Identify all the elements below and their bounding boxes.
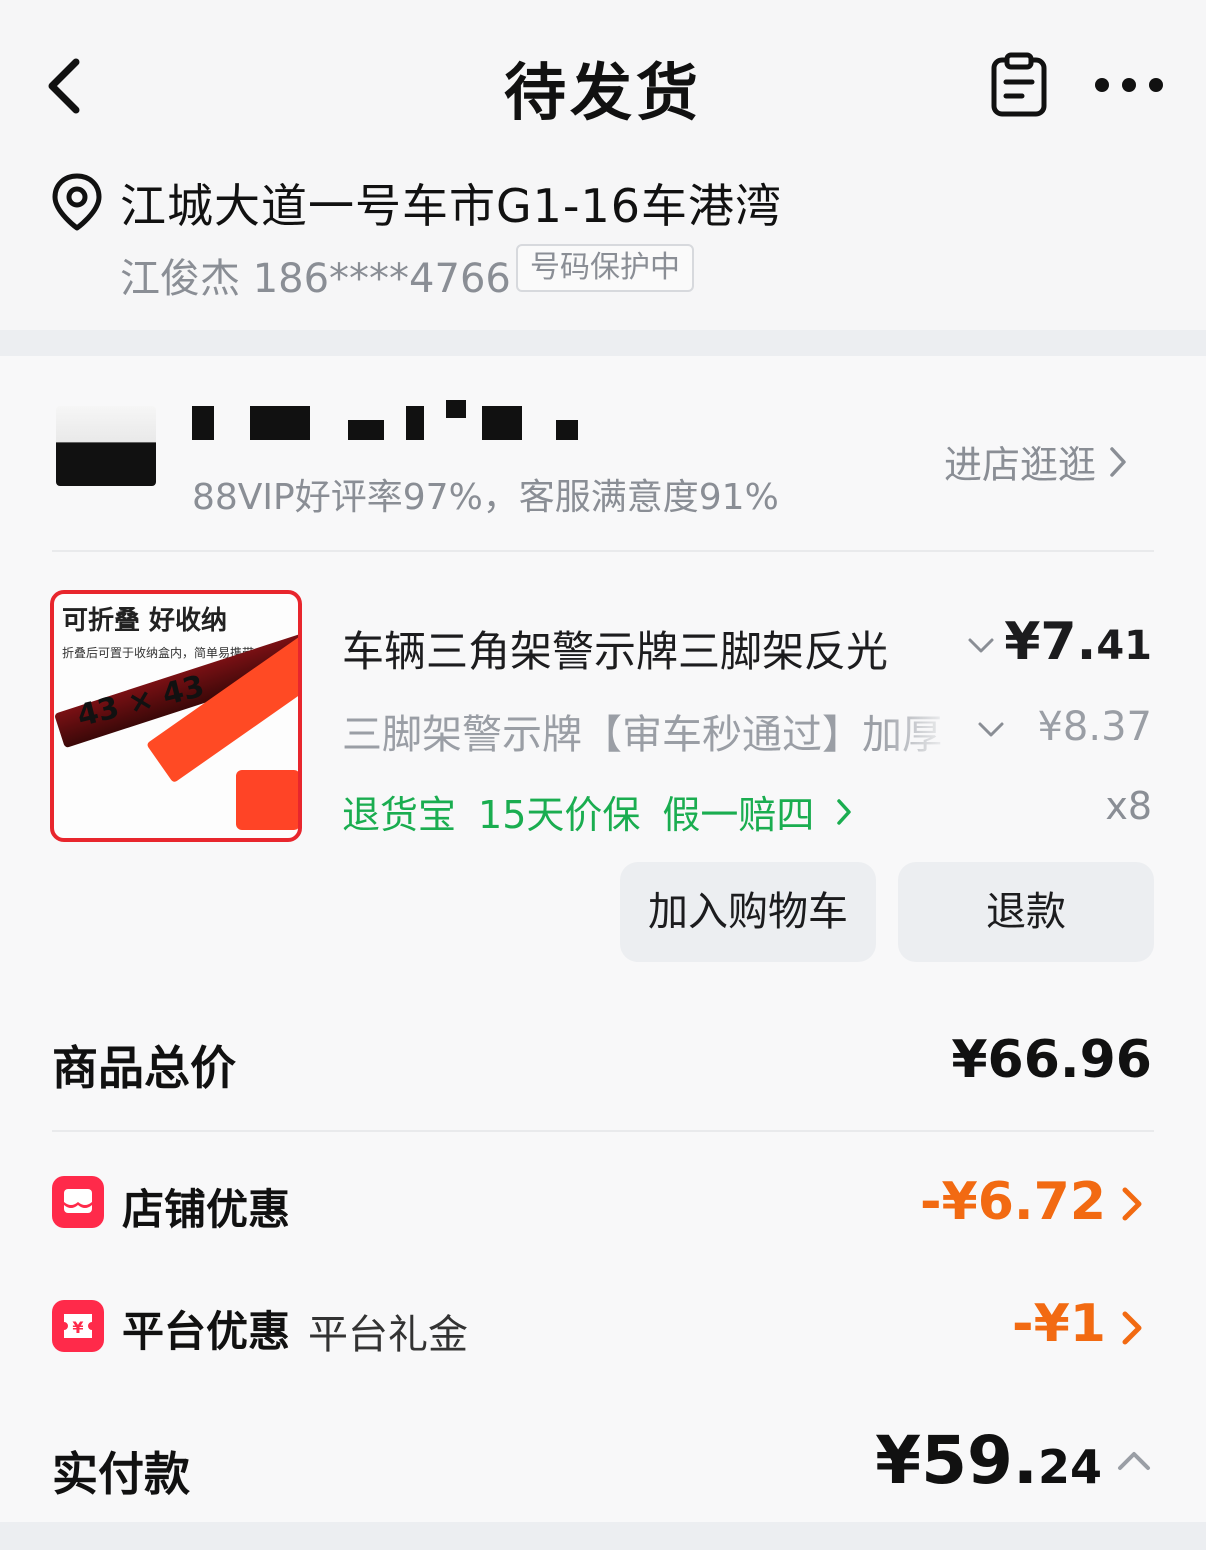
store-discount-value[interactable]: -¥6.72 xyxy=(920,1172,1106,1232)
store-logo[interactable] xyxy=(56,406,156,486)
chevron-down-icon[interactable] xyxy=(964,634,998,658)
paid-amount-value: ¥59.24 xyxy=(875,1422,1102,1499)
paid-integer: ¥59. xyxy=(875,1422,1038,1499)
product-price: ¥7.41 xyxy=(1004,612,1152,672)
store-discount-label: 店铺优惠 xyxy=(122,1185,291,1234)
visit-store-link[interactable]: 进店逛逛 xyxy=(944,434,1128,489)
product-spec[interactable]: 三脚架警示牌【审车秒通过】加厚 xyxy=(342,702,952,760)
more-icon xyxy=(1095,78,1163,92)
store-name-redacted[interactable] xyxy=(192,400,592,444)
divider xyxy=(52,550,1154,552)
shipping-address[interactable]: 江城大道一号车市G1-16车港湾 江俊杰 186****4766 号码保护中 xyxy=(0,150,1206,330)
service-price-protect: 15天价保 xyxy=(478,793,641,837)
price-decimal: 41 xyxy=(1096,623,1152,669)
price-integer: ¥7. xyxy=(1004,612,1097,672)
order-clipboard-button[interactable] xyxy=(988,52,1052,118)
chevron-right-icon[interactable] xyxy=(1120,1308,1146,1348)
more-button[interactable] xyxy=(1092,60,1168,110)
image-red-box xyxy=(236,770,298,830)
chevron-up-icon[interactable] xyxy=(1116,1448,1152,1474)
divider xyxy=(52,1130,1154,1132)
store-rating: 88VIP好评率97%，客服满意度91% xyxy=(192,477,779,518)
add-to-cart-button[interactable]: 加入购物车 xyxy=(620,862,876,962)
address-line: 江城大道一号车市G1-16车港湾 xyxy=(120,179,783,233)
top-nav-bar: 待发货 xyxy=(0,0,1206,150)
service-return-insurance: 退货宝 xyxy=(342,793,457,837)
image-caption: 可折叠 好收纳 xyxy=(62,606,228,636)
original-price: ¥8.37 xyxy=(1037,704,1152,750)
order-card: 88VIP好评率97%，客服满意度91% 进店逛逛 可折叠 好收纳 折叠后可置于… xyxy=(0,356,1206,1522)
service-fake-compensation: 假一赔四 xyxy=(662,793,815,837)
location-pin-icon xyxy=(52,173,102,231)
refund-button[interactable]: 退款 xyxy=(898,862,1154,962)
platform-discount-sub: 平台礼金 xyxy=(308,1312,468,1358)
chevron-right-icon xyxy=(1110,446,1126,477)
product-title[interactable]: 车辆三角架警示牌三脚架反光 xyxy=(342,618,952,679)
recipient-contact: 江俊杰 186****4766 xyxy=(120,256,511,302)
quantity: x8 xyxy=(1105,784,1152,828)
paid-decimal: 24 xyxy=(1037,1440,1102,1494)
number-protection-badge: 号码保护中 xyxy=(516,244,694,292)
platform-discount-value[interactable]: -¥1 xyxy=(1012,1294,1106,1354)
section-separator xyxy=(0,330,1206,356)
total-price-value: ¥66.96 xyxy=(951,1030,1152,1090)
clipboard-icon xyxy=(991,52,1047,117)
total-price-label: 商品总价 xyxy=(52,1041,236,1095)
svg-text:¥: ¥ xyxy=(72,1318,83,1337)
paid-amount-label: 实付款 xyxy=(52,1447,190,1501)
platform-coupon-icon: ¥ xyxy=(52,1300,104,1352)
chevron-down-icon[interactable] xyxy=(974,718,1008,742)
shop-coupon-icon xyxy=(52,1176,104,1228)
chevron-right-icon[interactable] xyxy=(1120,1184,1146,1224)
product-image[interactable]: 可折叠 好收纳 折叠后可置于收纳盒内，简单易携带 43 × 43 xyxy=(50,590,302,842)
visit-store-label: 进店逛逛 xyxy=(944,443,1097,487)
platform-discount-label: 平台优惠 xyxy=(122,1307,291,1356)
service-guarantees[interactable]: 退货宝 15天价保 假一赔四 xyxy=(342,784,852,839)
chevron-right-icon xyxy=(837,798,852,825)
section-separator xyxy=(0,1522,1206,1550)
